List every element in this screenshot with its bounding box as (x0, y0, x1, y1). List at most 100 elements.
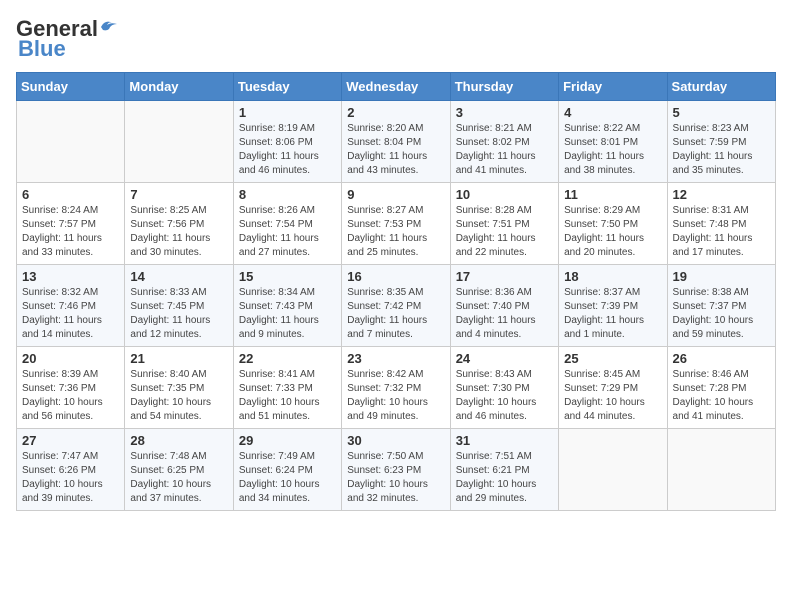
day-number: 18 (564, 269, 661, 284)
calendar-cell: 11 Sunrise: 8:29 AM Sunset: 7:50 PM Dayli… (559, 183, 667, 265)
cell-info: Sunrise: 8:19 AM Sunset: 8:06 PM Dayligh… (239, 122, 336, 178)
day-number: 2 (347, 105, 444, 120)
day-number: 11 (564, 187, 661, 202)
calendar-cell: 9 Sunrise: 8:27 AM Sunset: 7:53 PM Daylig… (342, 183, 450, 265)
cell-info: Sunrise: 7:50 AM Sunset: 6:23 PM Dayligh… (347, 450, 444, 506)
calendar-cell: 1Sunrise: 8:19 AM Sunset: 8:06 PM Daylig… (233, 101, 341, 183)
cell-info: Sunrise: 8:20 AM Sunset: 8:04 PM Dayligh… (347, 122, 444, 178)
calendar-cell: 26 Sunrise: 8:46 AM Sunset: 7:28 PM Dayli… (667, 347, 775, 429)
day-number: 9 (347, 187, 444, 202)
day-number: 5 (673, 105, 770, 120)
cell-info: Sunrise: 8:41 AM Sunset: 7:33 PM Dayligh… (239, 368, 336, 424)
calendar-cell: 8Sunrise: 8:26 AM Sunset: 7:54 PM Daylig… (233, 183, 341, 265)
week-row-3: 13 Sunrise: 8:32 AM Sunset: 7:46 PM Dayli… (17, 265, 776, 347)
calendar-cell: 3Sunrise: 8:21 AM Sunset: 8:02 PM Daylig… (450, 101, 558, 183)
day-number: 15 (239, 269, 336, 284)
page-header: General Blue (16, 16, 776, 62)
cell-info: Sunrise: 8:22 AM Sunset: 8:01 PM Dayligh… (564, 122, 661, 178)
logo: General Blue (16, 16, 119, 62)
cell-info: Sunrise: 7:47 AM Sunset: 6:26 PM Dayligh… (22, 450, 119, 506)
day-number: 12 (673, 187, 770, 202)
cell-info: Sunrise: 7:51 AM Sunset: 6:21 PM Dayligh… (456, 450, 553, 506)
day-number: 19 (673, 269, 770, 284)
calendar-cell: 13 Sunrise: 8:32 AM Sunset: 7:46 PM Dayli… (17, 265, 125, 347)
header-monday: Monday (125, 73, 233, 101)
header-friday: Friday (559, 73, 667, 101)
day-number: 24 (456, 351, 553, 366)
logo-bird-icon (99, 17, 119, 35)
cell-info: Sunrise: 8:36 AM Sunset: 7:40 PM Dayligh… (456, 286, 553, 342)
calendar-cell: 28Sunrise: 7:48 AM Sunset: 6:25 PM Dayli… (125, 429, 233, 511)
calendar-cell (667, 429, 775, 511)
calendar-cell: 10Sunrise: 8:28 AM Sunset: 7:51 PM Dayli… (450, 183, 558, 265)
day-number: 28 (130, 433, 227, 448)
cell-info: Sunrise: 8:27 AM Sunset: 7:53 PM Dayligh… (347, 204, 444, 260)
cell-info: Sunrise: 8:43 AM Sunset: 7:30 PM Dayligh… (456, 368, 553, 424)
calendar-cell: 24 Sunrise: 8:43 AM Sunset: 7:30 PM Dayli… (450, 347, 558, 429)
calendar-cell: 27 Sunrise: 7:47 AM Sunset: 6:26 PM Dayli… (17, 429, 125, 511)
calendar-cell (17, 101, 125, 183)
calendar-cell: 30 Sunrise: 7:50 AM Sunset: 6:23 PM Dayli… (342, 429, 450, 511)
day-number: 13 (22, 269, 119, 284)
cell-info: Sunrise: 8:34 AM Sunset: 7:43 PM Dayligh… (239, 286, 336, 342)
calendar-cell: 22 Sunrise: 8:41 AM Sunset: 7:33 PM Dayli… (233, 347, 341, 429)
calendar-cell: 15 Sunrise: 8:34 AM Sunset: 7:43 PM Dayli… (233, 265, 341, 347)
calendar-cell: 20 Sunrise: 8:39 AM Sunset: 7:36 PM Dayli… (17, 347, 125, 429)
header-saturday: Saturday (667, 73, 775, 101)
cell-info: Sunrise: 8:46 AM Sunset: 7:28 PM Dayligh… (673, 368, 770, 424)
week-row-5: 27 Sunrise: 7:47 AM Sunset: 6:26 PM Dayli… (17, 429, 776, 511)
calendar-cell: 2 Sunrise: 8:20 AM Sunset: 8:04 PM Daylig… (342, 101, 450, 183)
cell-info: Sunrise: 8:45 AM Sunset: 7:29 PM Dayligh… (564, 368, 661, 424)
calendar-cell: 18 Sunrise: 8:37 AM Sunset: 7:39 PM Dayli… (559, 265, 667, 347)
day-number: 10 (456, 187, 553, 202)
week-row-1: 1Sunrise: 8:19 AM Sunset: 8:06 PM Daylig… (17, 101, 776, 183)
day-number: 29 (239, 433, 336, 448)
header-wednesday: Wednesday (342, 73, 450, 101)
cell-info: Sunrise: 8:38 AM Sunset: 7:37 PM Dayligh… (673, 286, 770, 342)
calendar-cell: 23 Sunrise: 8:42 AM Sunset: 7:32 PM Dayli… (342, 347, 450, 429)
day-number: 26 (673, 351, 770, 366)
calendar-cell: 6Sunrise: 8:24 AM Sunset: 7:57 PM Daylig… (17, 183, 125, 265)
day-number: 21 (130, 351, 227, 366)
cell-info: Sunrise: 8:29 AM Sunset: 7:50 PM Dayligh… (564, 204, 661, 260)
calendar-cell: 29 Sunrise: 7:49 AM Sunset: 6:24 PM Dayli… (233, 429, 341, 511)
cell-info: Sunrise: 8:39 AM Sunset: 7:36 PM Dayligh… (22, 368, 119, 424)
calendar-cell: 5Sunrise: 8:23 AM Sunset: 7:59 PM Daylig… (667, 101, 775, 183)
cell-info: Sunrise: 8:32 AM Sunset: 7:46 PM Dayligh… (22, 286, 119, 342)
day-number: 23 (347, 351, 444, 366)
calendar-cell: 14 Sunrise: 8:33 AM Sunset: 7:45 PM Dayli… (125, 265, 233, 347)
cell-info: Sunrise: 8:37 AM Sunset: 7:39 PM Dayligh… (564, 286, 661, 342)
logo-blue: Blue (16, 36, 66, 62)
cell-info: Sunrise: 8:24 AM Sunset: 7:57 PM Dayligh… (22, 204, 119, 260)
week-row-2: 6Sunrise: 8:24 AM Sunset: 7:57 PM Daylig… (17, 183, 776, 265)
calendar-cell: 25 Sunrise: 8:45 AM Sunset: 7:29 PM Dayli… (559, 347, 667, 429)
header-thursday: Thursday (450, 73, 558, 101)
day-number: 4 (564, 105, 661, 120)
cell-info: Sunrise: 8:31 AM Sunset: 7:48 PM Dayligh… (673, 204, 770, 260)
cell-info: Sunrise: 8:21 AM Sunset: 8:02 PM Dayligh… (456, 122, 553, 178)
day-number: 22 (239, 351, 336, 366)
header-sunday: Sunday (17, 73, 125, 101)
day-number: 20 (22, 351, 119, 366)
day-number: 14 (130, 269, 227, 284)
day-number: 8 (239, 187, 336, 202)
calendar-cell: 31Sunrise: 7:51 AM Sunset: 6:21 PM Dayli… (450, 429, 558, 511)
day-number: 27 (22, 433, 119, 448)
calendar-cell: 17 Sunrise: 8:36 AM Sunset: 7:40 PM Dayli… (450, 265, 558, 347)
week-row-4: 20 Sunrise: 8:39 AM Sunset: 7:36 PM Dayli… (17, 347, 776, 429)
day-number: 30 (347, 433, 444, 448)
day-number: 25 (564, 351, 661, 366)
cell-info: Sunrise: 8:40 AM Sunset: 7:35 PM Dayligh… (130, 368, 227, 424)
cell-info: Sunrise: 8:42 AM Sunset: 7:32 PM Dayligh… (347, 368, 444, 424)
calendar-cell: 7 Sunrise: 8:25 AM Sunset: 7:56 PM Daylig… (125, 183, 233, 265)
calendar-table: SundayMondayTuesdayWednesdayThursdayFrid… (16, 72, 776, 511)
day-number: 7 (130, 187, 227, 202)
day-number: 17 (456, 269, 553, 284)
calendar-cell (559, 429, 667, 511)
day-number: 16 (347, 269, 444, 284)
cell-info: Sunrise: 7:49 AM Sunset: 6:24 PM Dayligh… (239, 450, 336, 506)
calendar-cell: 21 Sunrise: 8:40 AM Sunset: 7:35 PM Dayli… (125, 347, 233, 429)
cell-info: Sunrise: 8:33 AM Sunset: 7:45 PM Dayligh… (130, 286, 227, 342)
cell-info: Sunrise: 8:25 AM Sunset: 7:56 PM Dayligh… (130, 204, 227, 260)
calendar-cell (125, 101, 233, 183)
